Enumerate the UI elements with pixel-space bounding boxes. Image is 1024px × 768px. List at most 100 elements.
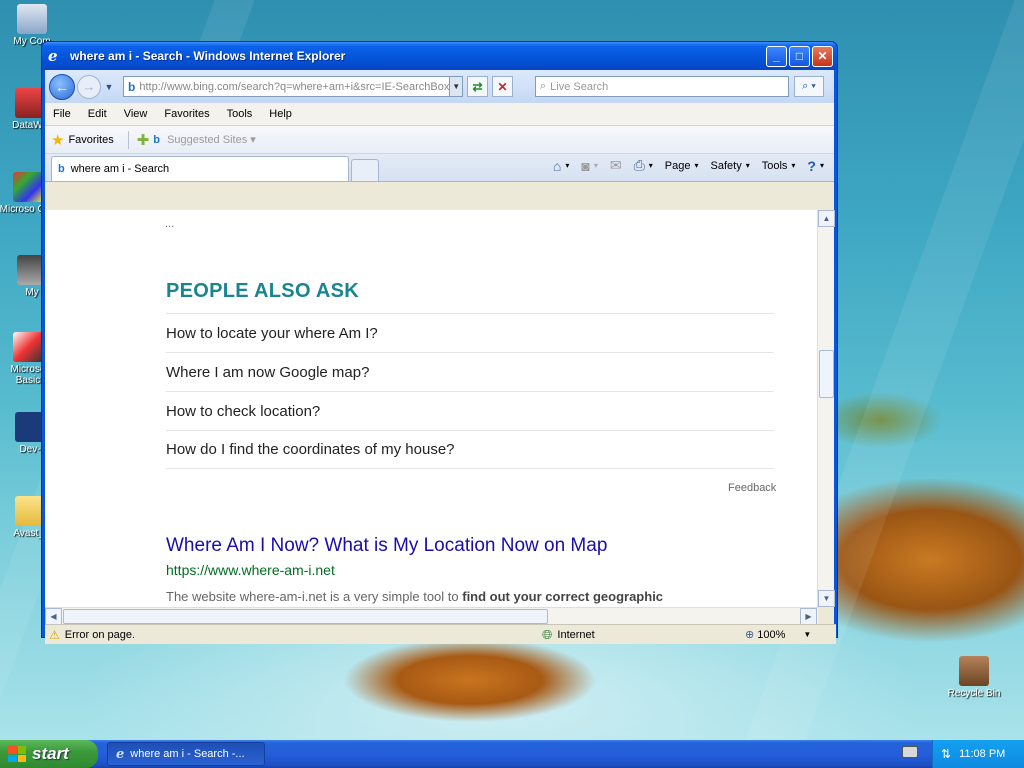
desktop-icon-label: Dev-: [19, 444, 41, 455]
zoom-magnifier-icon: ⊕: [745, 629, 755, 641]
search-input[interactable]: ⌕ Live Search: [535, 76, 789, 97]
program-icon: [13, 172, 43, 202]
add-favorite-icon[interactable]: ✚: [137, 131, 150, 149]
page-menu[interactable]: Page ▾: [665, 160, 699, 172]
bing-favicon-icon: b: [58, 163, 65, 175]
browser-window: e where am i - Search - Windows Internet…: [41, 41, 838, 644]
zoom-control[interactable]: ⊕ 100% ▼: [745, 628, 812, 642]
horizontal-scroll-thumb[interactable]: [63, 609, 548, 624]
home-button[interactable]: ⌂ ▾: [553, 158, 569, 174]
desktop-icon-label: My: [25, 287, 39, 298]
system-tray: ⇅ 11:08 PM: [932, 740, 1024, 768]
globe-icon: 🌐︎: [542, 626, 553, 642]
recycle-bin-icon: [959, 656, 989, 686]
back-button[interactable]: ←: [49, 73, 75, 100]
scroll-down-button[interactable]: ▼: [818, 590, 835, 607]
rss-icon: ◙: [581, 157, 590, 174]
ie-logo-icon: e: [116, 746, 125, 762]
paa-question[interactable]: How to check location?: [166, 391, 774, 430]
stop-button[interactable]: ✕: [492, 76, 513, 97]
tab-label: where am i - Search: [70, 163, 170, 175]
suggested-sites-button[interactable]: b Suggested Sites ▾: [153, 133, 256, 146]
safety-menu[interactable]: Safety ▾: [711, 160, 750, 172]
mail-button[interactable]: ✉: [610, 157, 622, 174]
vertical-scrollbar[interactable]: ▲ ▼: [817, 210, 835, 607]
scroll-up-button[interactable]: ▲: [818, 210, 835, 227]
keyboard-icon[interactable]: [902, 746, 918, 758]
status-bar: ⚠ Error on page. 🌐︎ Internet ⊕ 100% ▼: [45, 624, 836, 644]
help-button[interactable]: ? ▾: [807, 158, 824, 174]
bing-favicon-icon: b: [128, 79, 136, 94]
new-tab-button[interactable]: [351, 159, 379, 181]
safety-menu-label: Safety: [710, 159, 742, 172]
desktop-icon-recycle-bin[interactable]: Recycle Bin: [944, 656, 1004, 699]
start-label: start: [32, 744, 69, 763]
address-row: ← → ▼ b http://www.bing.com/search?q=whe…: [45, 70, 834, 103]
zone-label: Internet: [557, 628, 595, 641]
scroll-left-button[interactable]: ◀: [45, 608, 62, 625]
window-title: where am i - Search - Windows Internet E…: [70, 49, 346, 63]
history-dropdown[interactable]: ▼: [103, 82, 115, 92]
bing-favicon-icon: b: [153, 134, 161, 146]
network-icon[interactable]: ⇅: [941, 747, 951, 761]
favorites-button[interactable]: Favorites: [68, 134, 113, 146]
result-title-link[interactable]: Where Am I Now? What is My Location Now …: [166, 535, 607, 557]
print-button[interactable]: ⎙ ▾: [634, 157, 653, 174]
zoom-level: 100%: [757, 628, 786, 641]
tab-row: b where am i - Search ⌂ ▾ ◙ ▾ ✉ ⎙ ▾ Page ▾ S…: [45, 154, 834, 182]
taskbar: start e where am i - Search -... ⇅ 11:08…: [0, 740, 1024, 768]
menu-view[interactable]: View: [124, 108, 148, 120]
menu-edit[interactable]: Edit: [88, 108, 107, 120]
scroll-right-button[interactable]: ▶: [800, 608, 817, 625]
minimize-button[interactable]: _: [766, 45, 787, 67]
snippet-ellipsis: ...: [165, 218, 175, 230]
clock[interactable]: 11:08 PM: [959, 748, 1005, 760]
desktop-icon-label: Recycle Bin: [947, 688, 1001, 699]
menu-help[interactable]: Help: [269, 108, 292, 120]
feedback-link[interactable]: Feedback: [728, 482, 776, 494]
search-button[interactable]: ⌕ ▾: [794, 76, 824, 97]
result-desc-text: The website where-am-i.net is a very sim…: [166, 589, 463, 604]
result-description: The website where-am-i.net is a very sim…: [166, 589, 663, 604]
vertical-scroll-thumb[interactable]: [819, 350, 834, 398]
suggested-sites-label: Suggested Sites: [167, 134, 248, 146]
status-text[interactable]: Error on page.: [65, 629, 135, 641]
taskbar-window-button[interactable]: e where am i - Search -...: [107, 742, 265, 766]
printer-icon: ⎙: [633, 157, 645, 173]
window-titlebar[interactable]: e where am i - Search - Windows Internet…: [42, 42, 837, 70]
address-bar[interactable]: b http://www.bing.com/search?q=where+am+…: [123, 76, 463, 97]
tools-menu-label: Tools: [761, 159, 788, 172]
program-icon: [13, 332, 43, 362]
menu-tools[interactable]: Tools: [227, 108, 253, 120]
menu-bar: File Edit View Favorites Tools Help: [45, 103, 834, 126]
separator: [127, 130, 129, 149]
feeds-button[interactable]: ◙ ▾: [581, 158, 597, 174]
mail-icon: ✉: [609, 157, 622, 173]
result-url[interactable]: https://www.where-am-i.net: [166, 562, 335, 578]
computer-icon: [17, 4, 47, 34]
address-text: http://www.bing.com/search?q=where+am+i&…: [139, 80, 450, 93]
close-button[interactable]: ✕: [812, 45, 833, 67]
maximize-button[interactable]: □: [789, 45, 810, 67]
start-button[interactable]: start: [0, 740, 98, 768]
security-zone[interactable]: 🌐︎ Internet: [542, 627, 595, 643]
page-menu-label: Page: [664, 159, 691, 172]
people-also-ask-list: How to locate your where Am I? Where I a…: [166, 313, 774, 469]
favorites-bar: ★ Favorites ✚ b Suggested Sites ▾: [45, 126, 834, 154]
address-dropdown[interactable]: ▼: [449, 77, 462, 96]
ie-logo-icon: e: [48, 47, 58, 65]
result-desc-bold: find out your correct geographic: [462, 589, 664, 604]
tools-menu[interactable]: Tools ▾: [762, 160, 796, 172]
refresh-button[interactable]: ⇄: [467, 76, 488, 97]
forward-button[interactable]: →: [77, 74, 101, 99]
paa-question[interactable]: How do I find the coordinates of my hous…: [166, 430, 774, 469]
zoom-dropdown-icon: ▼: [803, 630, 812, 639]
tab-search[interactable]: b where am i - Search: [51, 156, 349, 181]
favorites-star-icon: ★: [51, 131, 65, 149]
menu-file[interactable]: File: [53, 108, 71, 120]
paa-question[interactable]: Where I am now Google map?: [166, 352, 774, 391]
horizontal-scrollbar[interactable]: ◀ ▶: [45, 607, 818, 625]
warning-icon[interactable]: ⚠: [49, 628, 60, 642]
menu-favorites[interactable]: Favorites: [164, 108, 209, 120]
paa-question[interactable]: How to locate your where Am I?: [166, 313, 774, 352]
